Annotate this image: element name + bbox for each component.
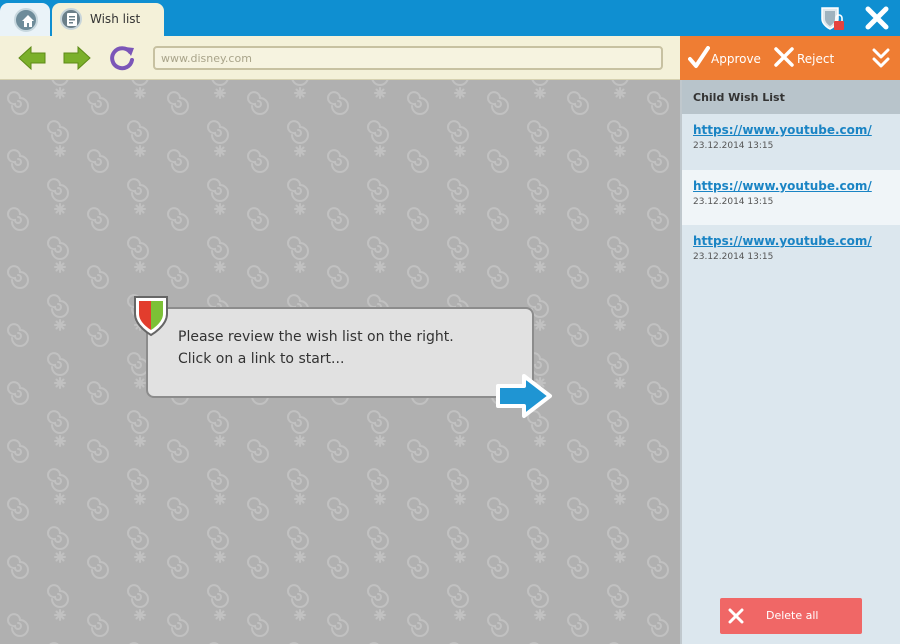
dialog-text-line-2: Click on a link to start... xyxy=(178,351,345,367)
action-bar: Approve Reject xyxy=(680,36,900,80)
tab-label: Wish list xyxy=(90,12,141,26)
chevron-down-icon[interactable] xyxy=(872,47,890,69)
wish-date: 23.12.2014 13:15 xyxy=(693,252,774,262)
navigation-bar xyxy=(0,36,680,80)
home-icon xyxy=(14,8,38,32)
x-icon xyxy=(774,47,794,67)
home-tab[interactable] xyxy=(0,3,50,36)
wish-link[interactable]: https://www.youtube.com/ xyxy=(693,234,872,248)
wish-link[interactable]: https://www.youtube.com/ xyxy=(693,179,872,193)
wish-list-panel: Child Wish List https://www.youtube.com/… xyxy=(680,80,900,644)
x-icon xyxy=(728,608,744,624)
approve-label: Approve xyxy=(711,52,761,66)
shield-lock-icon[interactable] xyxy=(818,5,846,33)
tab-wish-list[interactable]: Wish list xyxy=(52,3,164,36)
list-item[interactable]: https://www.youtube.com/ 23.12.2014 13:1… xyxy=(682,225,900,280)
wish-date: 23.12.2014 13:15 xyxy=(693,141,774,151)
checkmark-icon xyxy=(688,46,710,68)
shield-icon xyxy=(134,296,168,337)
reject-label: Reject xyxy=(797,52,835,66)
close-icon[interactable] xyxy=(864,5,890,31)
wish-date: 23.12.2014 13:15 xyxy=(693,197,774,207)
title-bar: Wish list xyxy=(0,0,900,36)
list-item[interactable]: https://www.youtube.com/ 23.12.2014 13:1… xyxy=(682,114,900,169)
dialog-text-line-1: Please review the wish list on the right… xyxy=(178,329,454,345)
list-item[interactable]: https://www.youtube.com/ 23.12.2014 13:1… xyxy=(682,170,900,225)
delete-all-label: Delete all xyxy=(766,609,819,622)
forward-arrow-icon[interactable] xyxy=(62,44,92,72)
delete-all-button[interactable]: Delete all xyxy=(720,598,862,634)
panel-title-bar: Child Wish List xyxy=(682,80,900,114)
reload-icon[interactable] xyxy=(108,44,138,72)
instruction-dialog: Please review the wish list on the right… xyxy=(146,307,534,398)
url-field[interactable] xyxy=(153,46,663,70)
browser-content: Please review the wish list on the right… xyxy=(0,80,680,644)
back-arrow-icon[interactable] xyxy=(17,44,47,72)
panel-title: Child Wish List xyxy=(693,91,785,104)
right-arrow-icon[interactable] xyxy=(494,373,554,419)
wish-link[interactable]: https://www.youtube.com/ xyxy=(693,123,872,137)
document-icon xyxy=(60,8,82,30)
